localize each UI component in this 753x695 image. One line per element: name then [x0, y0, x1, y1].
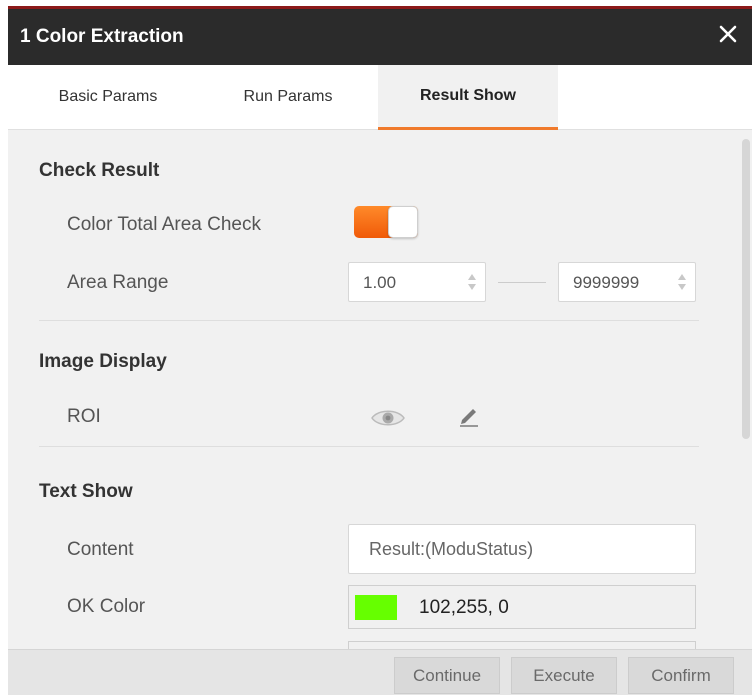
spin-arrows-icon[interactable] — [677, 272, 687, 292]
result-show-panel: Check Result Color Total Area Check Area… — [8, 131, 738, 649]
section-divider — [39, 320, 699, 321]
eye-icon[interactable] — [370, 406, 406, 430]
tab-run-params[interactable]: Run Params — [198, 65, 378, 130]
color-total-area-check-toggle[interactable] — [354, 206, 418, 238]
scrollbar[interactable] — [742, 139, 750, 439]
range-separator — [498, 282, 546, 283]
text-show-heading: Text Show — [39, 481, 133, 502]
roi-label: ROI — [67, 406, 101, 427]
ok-color-picker[interactable]: 102,255, 0 — [348, 585, 696, 629]
toggle-knob — [388, 206, 418, 238]
spin-arrows-icon[interactable] — [467, 272, 477, 292]
color-total-area-check-label: Color Total Area Check — [67, 214, 261, 235]
close-button[interactable] — [716, 22, 740, 46]
tab-bar: Basic Params Run Params Result Show — [8, 65, 752, 130]
content-input[interactable]: Result:(ModuStatus) — [348, 524, 696, 574]
ng-color-picker[interactable] — [348, 641, 696, 649]
content-label: Content — [67, 539, 134, 560]
section-divider — [39, 446, 699, 447]
area-range-label: Area Range — [67, 272, 169, 293]
close-icon — [719, 25, 737, 43]
dialog-title: 1 Color Extraction — [20, 26, 184, 47]
content-value: Result:(ModuStatus) — [369, 539, 534, 559]
tab-basic-params[interactable]: Basic Params — [18, 65, 198, 130]
ok-color-swatch — [355, 595, 397, 620]
confirm-button[interactable]: Confirm — [628, 657, 734, 694]
area-range-max-value: 9999999 — [573, 273, 640, 292]
color-extraction-dialog: 1 Color Extraction Basic Params Run Para… — [8, 6, 752, 695]
ok-color-label: OK Color — [67, 596, 146, 617]
pencil-icon[interactable] — [458, 404, 480, 428]
area-range-min-input[interactable]: 1.00 — [348, 262, 486, 302]
image-display-heading: Image Display — [39, 351, 167, 372]
footer-bar: Continue Execute Confirm — [8, 649, 752, 695]
check-result-heading: Check Result — [39, 160, 160, 181]
execute-button[interactable]: Execute — [511, 657, 617, 694]
area-range-max-input[interactable]: 9999999 — [558, 262, 696, 302]
continue-button[interactable]: Continue — [394, 657, 500, 694]
title-bar: 1 Color Extraction — [8, 9, 752, 65]
area-range-min-value: 1.00 — [363, 273, 397, 292]
tab-result-show[interactable]: Result Show — [378, 65, 558, 130]
ok-color-value: 102,255, 0 — [419, 597, 509, 618]
